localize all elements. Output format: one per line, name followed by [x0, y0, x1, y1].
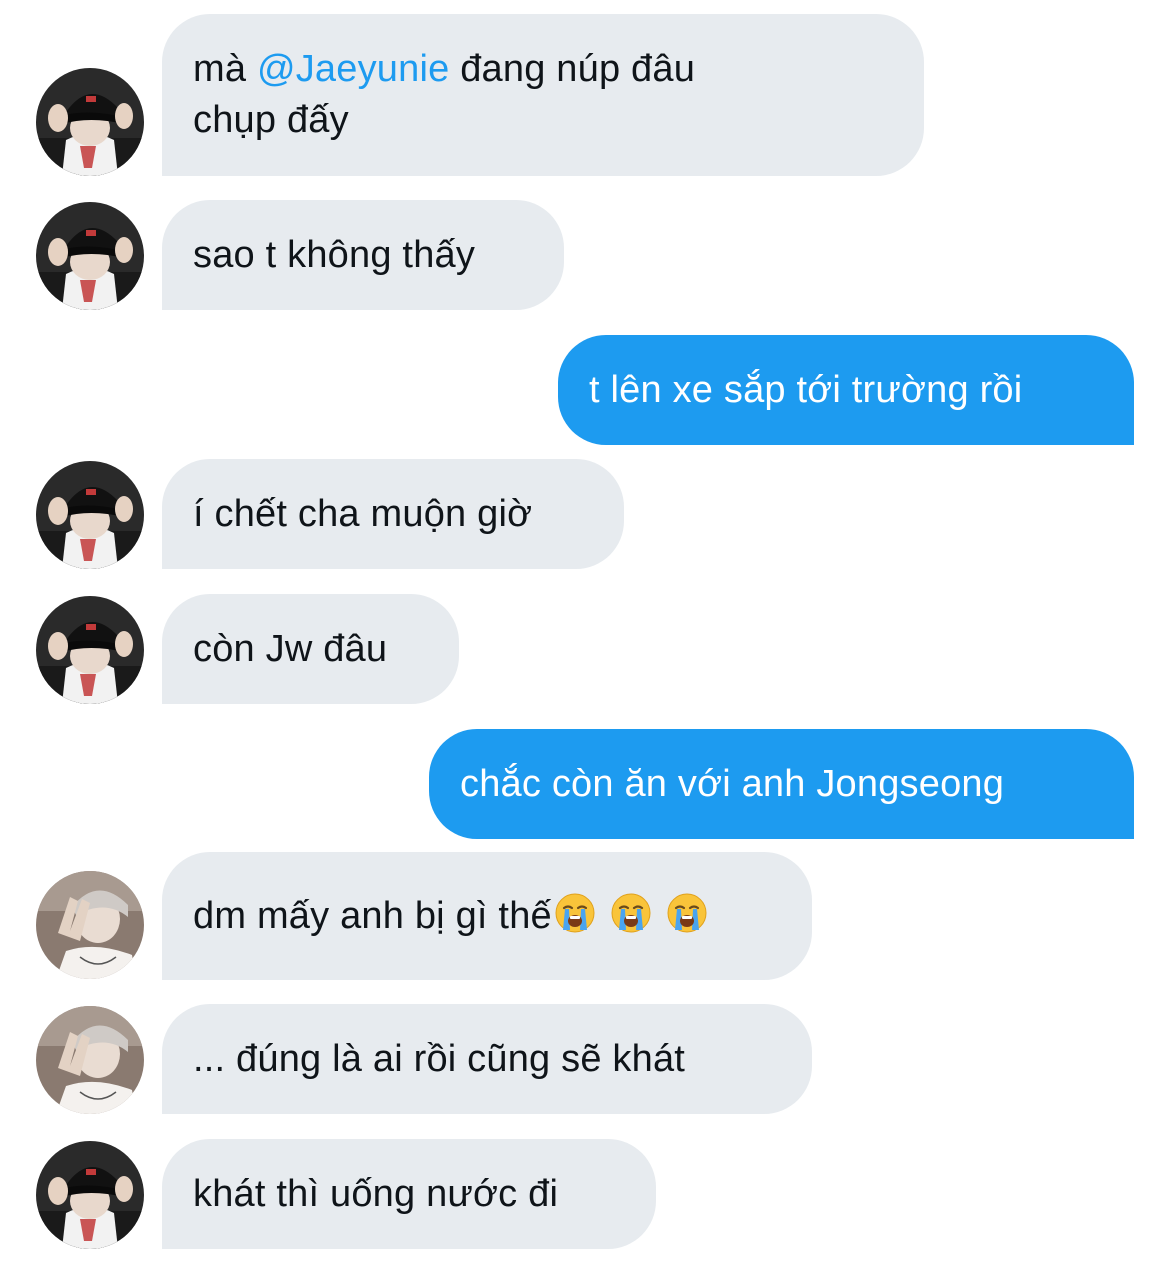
message-text: í chết cha muộn giờ: [193, 492, 533, 535]
message-line-1: mà @Jaeyunie đang núp đâu: [193, 44, 893, 95]
message-text: còn Jw đâu: [193, 627, 388, 670]
avatar-peace[interactable]: [36, 871, 144, 979]
loudly-crying-face-icon: [666, 892, 708, 934]
avatar-image: [36, 68, 144, 176]
avatar-image: [36, 596, 144, 704]
avatar-image: [36, 1141, 144, 1249]
message-bubble-incoming[interactable]: ... đúng là ai rồi cũng sẽ khát: [162, 1004, 812, 1114]
message-text: đang núp đâu: [449, 48, 696, 90]
message-bubble-incoming[interactable]: khát thì uống nước đi: [162, 1139, 656, 1249]
message-bubble-outgoing[interactable]: t lên xe sắp tới trường rồi: [558, 335, 1134, 445]
message-text: dm mấy anh bị gì thế: [193, 894, 552, 937]
message-line-2: chụp đấy: [193, 99, 349, 141]
message-text: khát thì uống nước đi: [193, 1172, 559, 1215]
avatar-cap[interactable]: [36, 1141, 144, 1249]
message-text: t lên xe sắp tới trường rồi: [589, 368, 1023, 411]
avatar-cap[interactable]: [36, 461, 144, 569]
avatar-cap[interactable]: [36, 596, 144, 704]
avatar-cap[interactable]: [36, 68, 144, 176]
message-bubble-incoming[interactable]: mà @Jaeyunie đang núp đâu chụp đấy: [162, 14, 924, 176]
mention-link[interactable]: @Jaeyunie: [257, 48, 450, 90]
avatar-cap[interactable]: [36, 202, 144, 310]
message-text: chắc còn ăn với anh Jongseong: [460, 762, 1005, 805]
message-line: dm mấy anh bị gì thế: [193, 891, 781, 942]
loudly-crying-face-icon: [610, 892, 652, 934]
avatar-peace[interactable]: [36, 1006, 144, 1114]
message-bubble-incoming[interactable]: dm mấy anh bị gì thế: [162, 852, 812, 980]
avatar-image: [36, 202, 144, 310]
avatar-image: [36, 871, 144, 979]
message-bubble-incoming[interactable]: còn Jw đâu: [162, 594, 459, 704]
message-bubble-incoming[interactable]: í chết cha muộn giờ: [162, 459, 624, 569]
loudly-crying-face-icon: [554, 892, 596, 934]
avatar-image: [36, 461, 144, 569]
message-text: ... đúng là ai rồi cũng sẽ khát: [193, 1037, 686, 1080]
avatar-image: [36, 1006, 144, 1114]
message-bubble-incoming[interactable]: sao t không thấy: [162, 200, 564, 310]
message-bubble-outgoing[interactable]: chắc còn ăn với anh Jongseong: [429, 729, 1134, 839]
message-text: mà: [193, 48, 257, 90]
message-text: sao t không thấy: [193, 233, 476, 276]
